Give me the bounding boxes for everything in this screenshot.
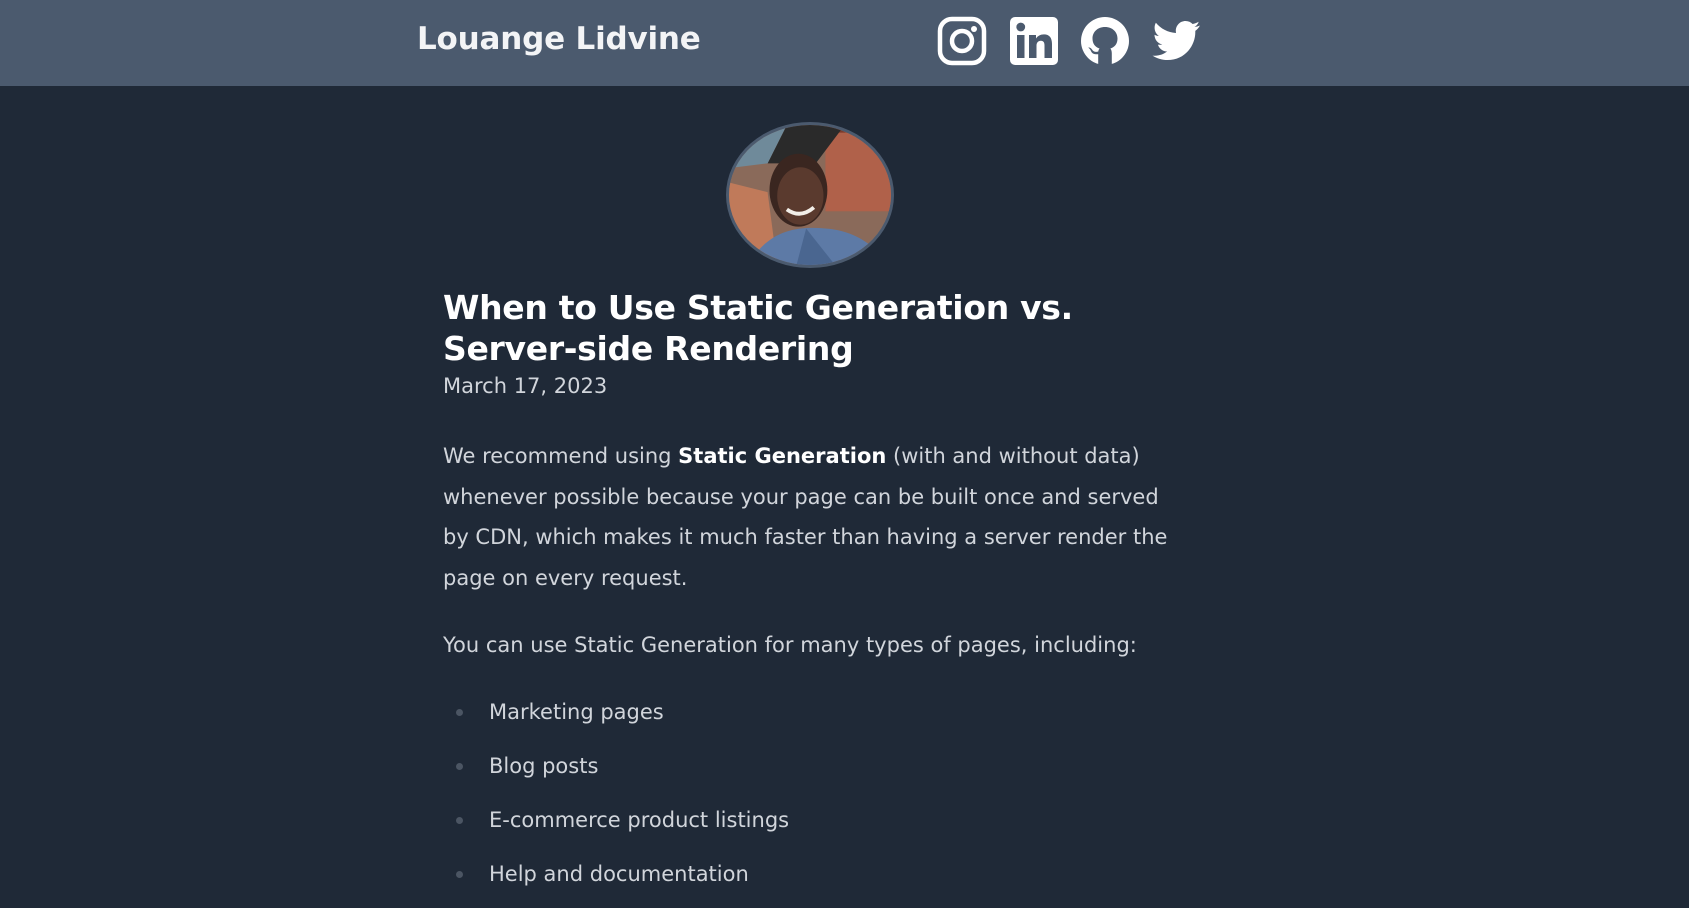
site-title[interactable]: Louange Lidvine	[417, 21, 701, 57]
list-item-text: Blog posts	[489, 754, 599, 778]
list-item-text: E-commerce product listings	[489, 808, 790, 832]
page-types-list: Marketing pages Blog posts E-commerce pr…	[443, 692, 789, 908]
linkedin-icon	[1010, 17, 1058, 65]
twitter-icon	[1152, 21, 1200, 60]
list-item-text: Help and documentation	[489, 862, 749, 886]
top-navbar: Louange Lidvine	[0, 0, 1689, 86]
post-date: March 17, 2023	[443, 374, 608, 398]
list-item: Marketing pages	[443, 692, 789, 746]
github-icon	[1081, 17, 1129, 65]
intro-paragraph: We recommend using Static Generation (wi…	[443, 436, 1188, 598]
bullet-dot	[456, 763, 463, 770]
list-item-text: Marketing pages	[489, 700, 664, 724]
list-item: Help and documentation	[443, 854, 789, 908]
github-link[interactable]	[1080, 16, 1130, 66]
intro-bold-term: Static Generation	[678, 444, 887, 468]
list-item: E-commerce product listings	[443, 800, 789, 854]
linkedin-link[interactable]	[1009, 16, 1059, 66]
list-item: Blog posts	[443, 746, 789, 800]
author-avatar	[726, 122, 894, 268]
intro-text-before: We recommend using	[443, 444, 679, 468]
twitter-link[interactable]	[1151, 16, 1201, 66]
types-paragraph: You can use Static Generation for many t…	[443, 633, 1137, 657]
author-photo	[729, 125, 891, 265]
instagram-link[interactable]	[937, 16, 987, 66]
post-title: When to Use Static Generation vs. Server…	[443, 288, 1073, 368]
bullet-dot	[456, 871, 463, 878]
bullet-dot	[456, 817, 463, 824]
bullet-dot	[456, 709, 463, 716]
instagram-icon	[937, 16, 987, 66]
